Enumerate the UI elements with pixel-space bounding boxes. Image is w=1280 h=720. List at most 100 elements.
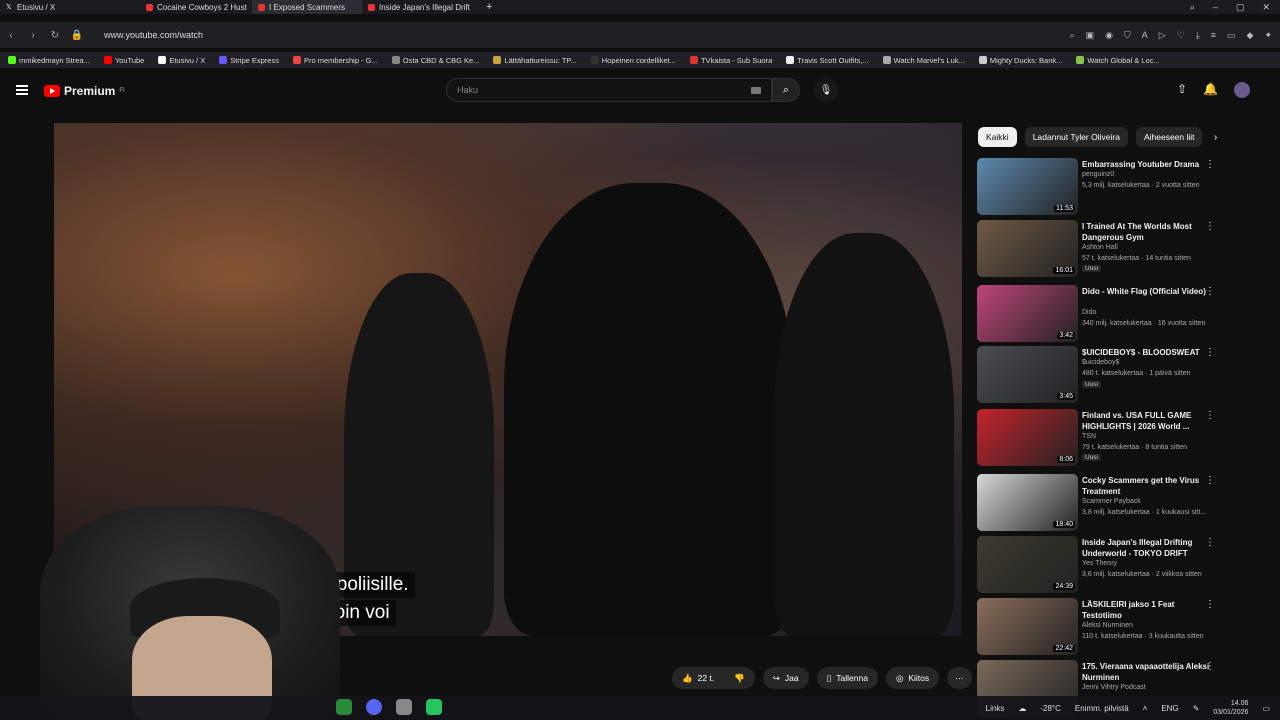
- more-options-icon[interactable]: ⋮: [1205, 348, 1215, 358]
- channel-name[interactable]: Jenni Vihtry Podcast: [1082, 684, 1146, 691]
- video-title[interactable]: LÄSKILEIRI jakso 1 Feat Testotiimo: [1082, 599, 1212, 621]
- video-title[interactable]: Cocky Scammers get the Virus Treatment: [1082, 475, 1212, 497]
- chip-uploader[interactable]: Ladannut Tyler Oliveira: [1024, 127, 1128, 147]
- more-options-icon[interactable]: ⋮: [1205, 411, 1215, 421]
- wallet-icon[interactable]: ▭: [1227, 30, 1236, 41]
- voice-search-button[interactable]: 🎙: [814, 78, 838, 102]
- search-tabs-icon[interactable]: ⌕: [1190, 2, 1195, 13]
- bookmark-item[interactable]: Osta CBD & CBG Ke...: [391, 56, 479, 65]
- more-options-icon[interactable]: ⋮: [1205, 476, 1215, 486]
- bookmark-item[interactable]: Mighty Ducks: Bank...: [978, 56, 1062, 65]
- more-actions-button[interactable]: ⋯: [947, 667, 972, 689]
- bookmark-item[interactable]: mmikedmayn Strea...: [8, 56, 90, 65]
- language-indicator[interactable]: ENG: [1161, 704, 1178, 713]
- share-button[interactable]: ↪ Jaa: [762, 667, 809, 689]
- notifications-bell-icon[interactable]: 🔔: [1203, 82, 1218, 98]
- video-title[interactable]: $UICIDEBOY$ - BLOODSWEAT: [1082, 347, 1212, 358]
- avatar[interactable]: [1234, 82, 1250, 98]
- minimize-icon[interactable]: –: [1213, 2, 1218, 13]
- bookmark-item[interactable]: Lättähattureissu: TP...: [493, 56, 577, 65]
- bookmark-item[interactable]: Stripe Express: [219, 56, 279, 65]
- translate-icon[interactable]: A: [1142, 30, 1148, 41]
- reload-icon[interactable]: ↻: [44, 30, 66, 41]
- more-options-icon[interactable]: ⋮: [1205, 538, 1215, 548]
- video-thumbnail[interactable]: 8:06: [977, 409, 1078, 466]
- video-thumbnail[interactable]: 22:42: [977, 598, 1078, 655]
- video-title[interactable]: Inside Japan's Illegal Drifting Underwor…: [1082, 537, 1212, 559]
- video-title[interactable]: 175. Vieraana vapaaottelija Aleksi Nurmi…: [1082, 661, 1212, 683]
- new-tab-button[interactable]: +: [480, 0, 498, 14]
- ai-icon[interactable]: ✦: [1264, 30, 1272, 41]
- discord-icon[interactable]: [366, 699, 382, 715]
- heart-icon[interactable]: ♡: [1177, 30, 1185, 41]
- screenshot-icon[interactable]: ▣: [1086, 30, 1095, 41]
- bookmark-item[interactable]: Travis Scott Outfits,...: [786, 56, 869, 65]
- weather-temp[interactable]: -28°C: [1040, 704, 1061, 713]
- channel-name[interactable]: Scammer Payback: [1082, 498, 1141, 505]
- upload-icon[interactable]: ⇧: [1177, 82, 1187, 98]
- save-button[interactable]: ▯ Tallenna: [816, 667, 878, 689]
- chevron-up-icon[interactable]: ˄: [1143, 704, 1148, 713]
- channel-name[interactable]: TSN: [1082, 433, 1096, 440]
- extension-icon[interactable]: ◆: [1247, 30, 1254, 41]
- tab-exposed-scammers[interactable]: I Exposed Scammers: [252, 0, 362, 14]
- bookmark-item[interactable]: Etusivu / X: [158, 56, 205, 65]
- video-thumbnail[interactable]: 24:39: [977, 536, 1078, 593]
- channel-name[interactable]: Yes Theory: [1082, 560, 1117, 567]
- video-thumbnail[interactable]: 3:42: [977, 285, 1078, 342]
- recommendation-item[interactable]: 8:06 Finland vs. USA FULL GAME HIGHLIGHTS…: [977, 409, 1267, 467]
- bookmark-item[interactable]: Pro membership - G...: [292, 56, 378, 65]
- more-options-icon[interactable]: ⋮: [1205, 222, 1215, 232]
- more-options-icon[interactable]: ⋮: [1205, 160, 1215, 170]
- chevron-right-icon[interactable]: ›: [1214, 132, 1217, 143]
- recommendation-item[interactable]: 16:01 I Trained At The Worlds Most Danger…: [977, 220, 1267, 278]
- app-icon[interactable]: [336, 699, 352, 715]
- notifications-icon[interactable]: ▭: [1262, 704, 1270, 713]
- like-button[interactable]: 👍 22 t.: [672, 667, 725, 689]
- shield-icon[interactable]: ⛉: [1124, 30, 1131, 41]
- video-thumbnail[interactable]: 16:01: [977, 220, 1078, 277]
- channel-name[interactable]: Dido: [1082, 309, 1096, 316]
- video-title[interactable]: Embarrassing Youtuber Drama: [1082, 159, 1212, 170]
- search-input[interactable]: Haku: [446, 78, 772, 102]
- youtube-premium-logo[interactable]: Premium FI: [44, 84, 125, 98]
- close-icon[interactable]: ✕: [1262, 2, 1270, 13]
- channel-name[interactable]: Aleksi Nurminen: [1082, 622, 1133, 629]
- tab-cocaine-cowboys[interactable]: Cocaine Cowboys 2 Hust: [140, 0, 252, 14]
- url-field[interactable]: www.youtube.com/watch: [104, 30, 203, 40]
- recommendation-item[interactable]: 18:40 Cocky Scammers get the Virus Treatm…: [977, 474, 1267, 532]
- channel-name[interactable]: $uicideboy$: [1082, 359, 1119, 366]
- tab-x[interactable]: 𝕏 Etusivu / X: [0, 0, 140, 14]
- tab-japan-drift[interactable]: Inside Japan's Illegal Drift: [362, 0, 480, 14]
- search-button[interactable]: ⌕: [772, 78, 800, 102]
- chip-related[interactable]: Aiheeseen liit: [1135, 127, 1202, 147]
- maximize-icon[interactable]: ▢: [1236, 2, 1245, 13]
- search-icon[interactable]: ⌕: [1070, 30, 1075, 41]
- video-thumbnail[interactable]: 3:45: [977, 346, 1078, 403]
- pen-icon[interactable]: ✎: [1193, 704, 1200, 713]
- recommendation-item[interactable]: 22:42 LÄSKILEIRI jakso 1 Feat Testotiimo A…: [977, 598, 1267, 656]
- bookmark-item[interactable]: YouTube: [103, 56, 144, 65]
- recommendation-item[interactable]: 3:42 Dido - White Flag (Official Video) Di…: [977, 285, 1267, 343]
- channel-name[interactable]: Ashton Hall: [1082, 244, 1118, 251]
- recommendation-item[interactable]: 3:45 $UICIDEBOY$ - BLOODSWEAT $uicideboy$ 4…: [977, 346, 1267, 404]
- more-options-icon[interactable]: ⋮: [1205, 600, 1215, 610]
- download-icon[interactable]: ⤓: [1196, 30, 1200, 41]
- bookmark-item[interactable]: Watch Marvel's Luk...: [882, 56, 965, 65]
- back-icon[interactable]: ‹: [0, 30, 22, 41]
- more-options-icon[interactable]: ⋮: [1205, 662, 1215, 672]
- video-thumbnail[interactable]: 18:40: [977, 474, 1078, 531]
- forward-icon[interactable]: ›: [22, 30, 44, 41]
- keyboard-icon[interactable]: [751, 87, 761, 94]
- recommendation-item[interactable]: 24:39 Inside Japan's Illegal Drifting Und…: [977, 536, 1267, 594]
- play-icon[interactable]: ▷: [1159, 30, 1166, 41]
- more-options-icon[interactable]: ⋮: [1205, 287, 1215, 297]
- video-title[interactable]: I Trained At The Worlds Most Dangerous G…: [1082, 221, 1212, 243]
- recommendation-item[interactable]: 11:53 Embarrassing Youtuber Drama penguinz…: [977, 158, 1267, 216]
- video-title[interactable]: Dido - White Flag (Official Video): [1082, 286, 1212, 297]
- thanks-button[interactable]: ◎ Kiitos: [885, 667, 940, 689]
- app-icon[interactable]: [426, 699, 442, 715]
- bookmark-item[interactable]: Hopeinen cordelliket...: [590, 56, 676, 65]
- bookmark-item[interactable]: TVkaista - Sub Suora: [689, 56, 772, 65]
- app-icon[interactable]: [396, 699, 412, 715]
